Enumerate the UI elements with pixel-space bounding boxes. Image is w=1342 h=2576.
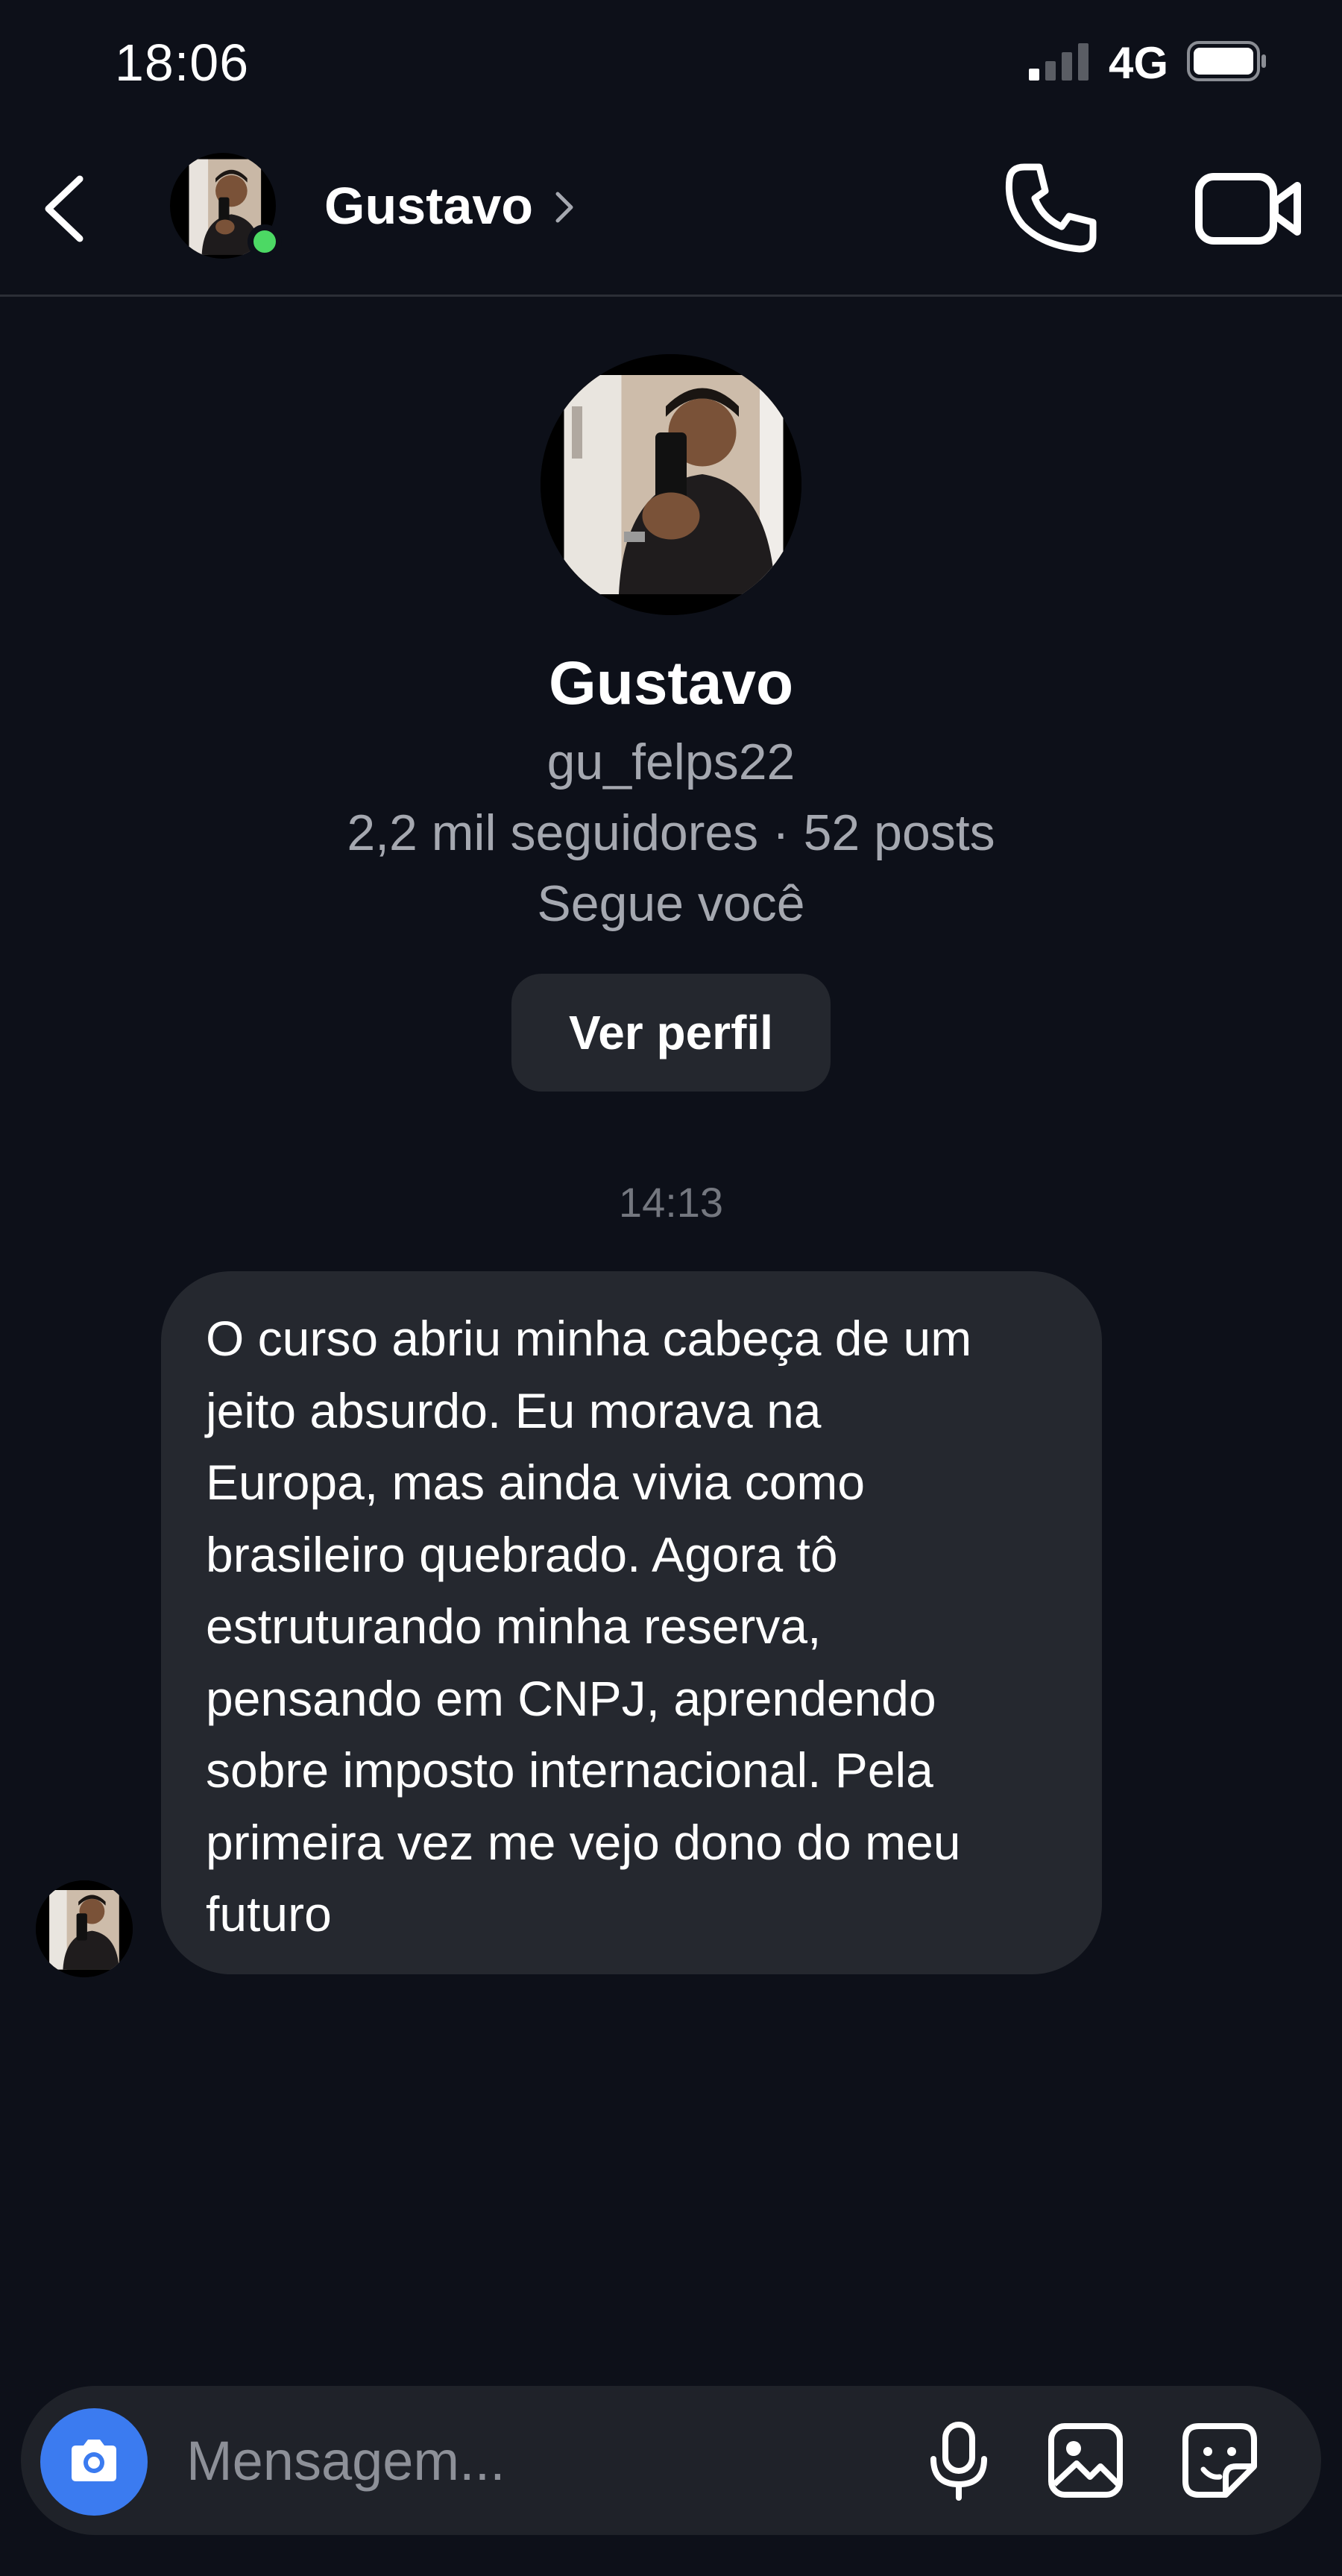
message-input[interactable] — [185, 2416, 856, 2505]
message-text: O curso abriu minha cabeça de um jeito a… — [206, 1311, 972, 1942]
chevron-right-icon[interactable] — [552, 188, 577, 227]
battery-icon — [1187, 41, 1266, 81]
chat-header: Gustavo — [0, 127, 1342, 297]
signal-bars-icon — [1029, 43, 1089, 81]
profile-username: gu_felps22 — [546, 734, 796, 790]
follow-status: Segue você — [537, 875, 805, 932]
camera-icon — [72, 2440, 116, 2481]
sticker-icon[interactable] — [1176, 2417, 1263, 2504]
sender-avatar[interactable] — [36, 1880, 133, 1977]
microphone-icon[interactable] — [916, 2417, 1002, 2504]
home-indicator-area — [0, 2565, 1342, 2576]
header-avatar[interactable] — [170, 153, 282, 259]
back-button[interactable] — [34, 164, 101, 253]
video-camera-icon[interactable] — [1193, 160, 1305, 257]
image-icon[interactable] — [1042, 2417, 1129, 2504]
camera-button[interactable] — [40, 2408, 148, 2516]
view-profile-button[interactable]: Ver perfil — [511, 974, 831, 1092]
network-label: 4G — [1109, 38, 1169, 88]
chat-screen: 18:06 4G Gustavo Gustavo gu_felps22 2,2 … — [0, 0, 1342, 2576]
profile-photo-icon — [541, 354, 801, 615]
profile-avatar[interactable] — [541, 354, 801, 615]
profile-name: Gustavo — [548, 649, 794, 717]
message-composer — [21, 2386, 1321, 2535]
profile-stats: 2,2 mil seguidores · 52 posts — [347, 804, 995, 861]
status-bar: 18:06 4G — [0, 0, 1342, 127]
header-contact-name[interactable]: Gustavo — [324, 176, 533, 236]
message-bubble[interactable]: O curso abriu minha cabeça de um jeito a… — [161, 1271, 1102, 1974]
phone-icon[interactable] — [999, 157, 1103, 261]
message-timestamp: 14:13 — [618, 1179, 724, 1226]
online-status-dot — [248, 224, 282, 259]
status-time: 18:06 — [115, 34, 250, 92]
sender-photo-icon — [36, 1880, 133, 1977]
